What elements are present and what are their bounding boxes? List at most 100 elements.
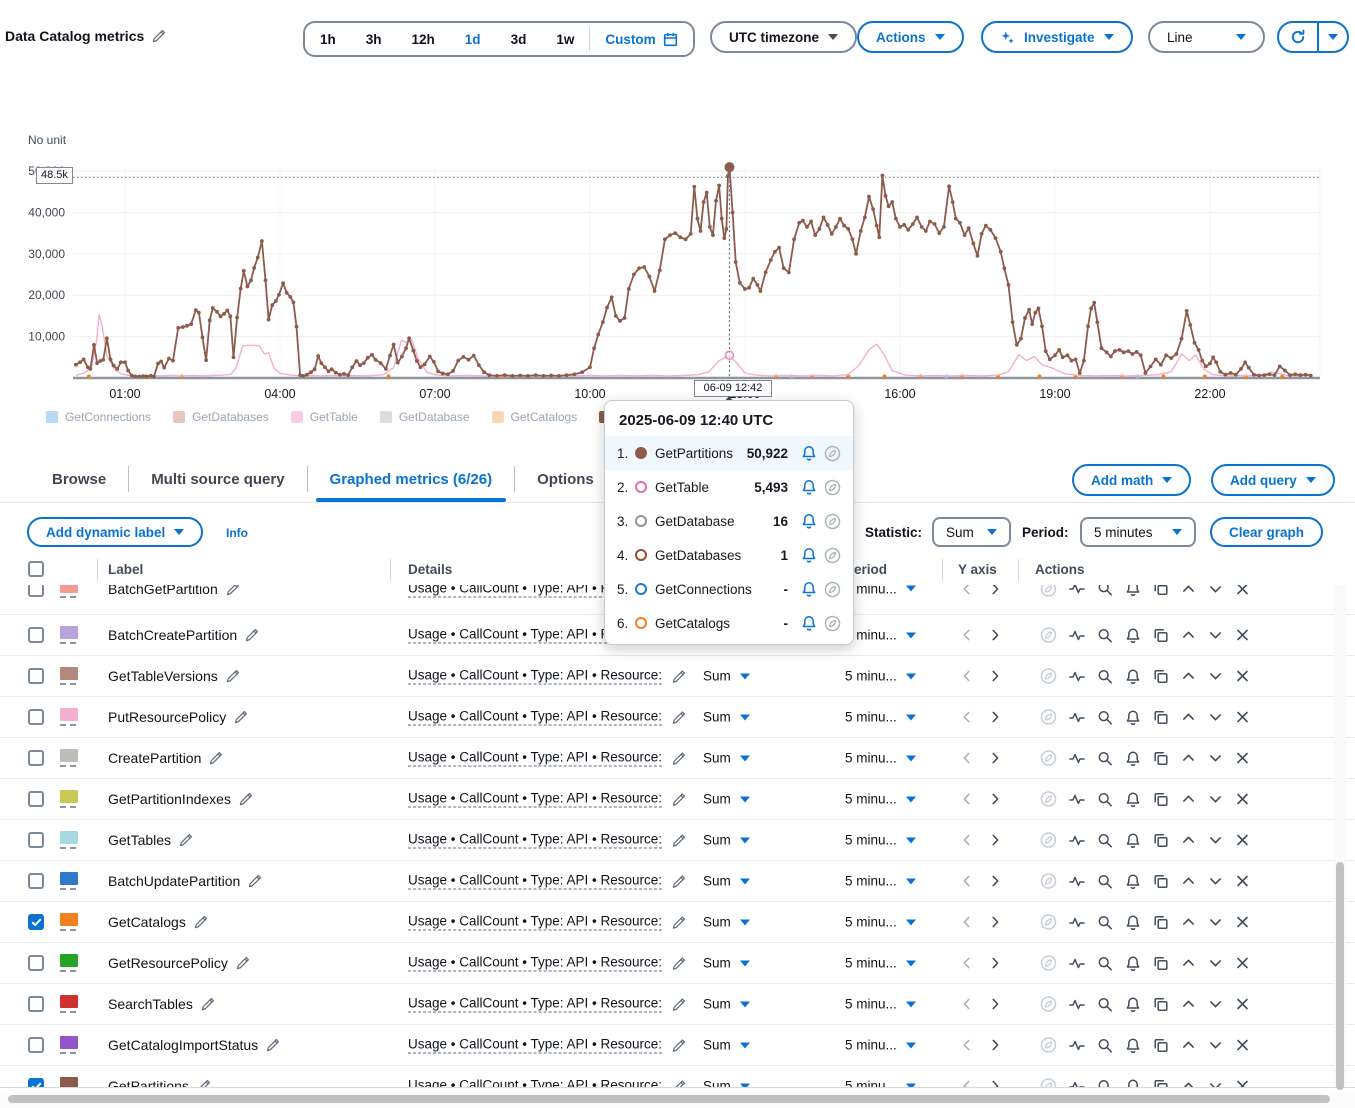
row-period-dropdown[interactable]: 5 minu... [845,1079,916,1088]
remove-icon[interactable] [1235,915,1250,930]
move-down-icon[interactable] [1208,833,1223,848]
tab-options[interactable]: Options [515,456,616,502]
pulse-graph-icon[interactable] [1069,832,1085,848]
row-checkbox[interactable] [28,709,44,725]
zoom-icon[interactable] [1097,709,1113,725]
alarm-icon[interactable] [1125,955,1141,971]
row-period-dropdown[interactable]: 5 minu... [845,833,916,848]
edit-details-icon[interactable] [672,915,686,929]
remove-icon[interactable] [1235,997,1250,1012]
y-axis-right-button[interactable] [988,1038,1002,1052]
zoom-icon[interactable] [1097,791,1113,807]
zoom-icon[interactable] [1097,750,1113,766]
alarm-icon[interactable] [1125,750,1141,766]
metric-color-swatch[interactable] [60,872,78,890]
move-down-icon[interactable] [1208,751,1223,766]
edit-details-icon[interactable] [672,997,686,1011]
edit-details-icon[interactable] [672,833,686,847]
pulse-graph-icon[interactable] [1069,996,1085,1012]
investigate-icon[interactable] [1040,791,1057,808]
alarm-icon[interactable] [1125,709,1141,725]
row-checkbox[interactable] [28,668,44,684]
investigate-icon[interactable] [1040,955,1057,972]
row-checkbox[interactable] [28,914,44,930]
alarm-icon[interactable] [1125,1078,1141,1087]
pulse-graph-icon[interactable] [1069,750,1085,766]
y-axis-left-button[interactable] [960,585,974,596]
duplicate-icon[interactable] [1153,791,1169,807]
y-axis-left-button[interactable] [960,751,974,765]
move-up-icon[interactable] [1181,874,1196,889]
edit-label-icon[interactable] [179,833,193,847]
legend-item-getdatabases[interactable]: GetDatabases [173,410,269,424]
y-axis-left-button[interactable] [960,1038,974,1052]
row-checkbox[interactable] [28,955,44,971]
row-statistic-dropdown[interactable]: Sum [703,874,750,889]
create-alarm-icon[interactable] [801,615,817,631]
zoom-icon[interactable] [1097,914,1113,930]
row-period-dropdown[interactable]: 5 minu... [845,751,916,766]
move-down-icon[interactable] [1208,792,1223,807]
statistic-select[interactable]: Sum [932,517,1011,547]
investigate-icon[interactable] [1040,996,1057,1013]
row-statistic-dropdown[interactable]: Sum [703,792,750,807]
row-statistic-dropdown[interactable]: Sum [703,710,750,725]
remove-icon[interactable] [1235,956,1250,971]
move-up-icon[interactable] [1181,669,1196,684]
y-axis-right-button[interactable] [988,915,1002,929]
move-up-icon[interactable] [1181,997,1196,1012]
edit-label-icon[interactable] [201,997,215,1011]
create-alarm-icon[interactable] [801,513,817,529]
pulse-graph-icon[interactable] [1069,791,1085,807]
duplicate-icon[interactable] [1153,750,1169,766]
info-link[interactable]: Info [226,526,248,540]
investigate-icon[interactable] [1040,750,1057,767]
row-checkbox[interactable] [28,585,44,597]
remove-icon[interactable] [1235,710,1250,725]
move-down-icon[interactable] [1208,997,1223,1012]
metric-color-swatch[interactable] [60,626,78,644]
time-range-3d[interactable]: 3d [496,23,542,55]
duplicate-icon[interactable] [1153,668,1169,684]
investigate-icon[interactable] [824,479,841,496]
y-axis-right-button[interactable] [988,628,1002,642]
period-select[interactable]: 5 minutes [1080,517,1196,547]
zoom-icon[interactable] [1097,1078,1113,1087]
tab-browse[interactable]: Browse [30,456,128,502]
row-period-dropdown[interactable]: 5 minu... [845,1038,916,1053]
metric-color-swatch[interactable] [60,954,78,972]
metric-color-swatch[interactable] [60,708,78,726]
y-axis-right-button[interactable] [988,1079,1002,1087]
duplicate-icon[interactable] [1153,1037,1169,1053]
move-up-icon[interactable] [1181,956,1196,971]
tab-multi-source-query[interactable]: Multi source query [129,456,306,502]
remove-icon[interactable] [1235,751,1250,766]
metrics-chart[interactable]: 50,00040,00030,00020,00010,000No unit01:… [0,120,1355,410]
investigate-icon[interactable] [1040,873,1057,890]
row-checkbox[interactable] [28,832,44,848]
edit-label-icon[interactable] [248,874,262,888]
tab-graphed-metrics-6-26[interactable]: Graphed metrics (6/26) [308,456,515,502]
time-range-1d[interactable]: 1d [450,23,496,55]
y-axis-right-button[interactable] [988,669,1002,683]
y-axis-right-button[interactable] [988,997,1002,1011]
duplicate-icon[interactable] [1153,873,1169,889]
row-period-dropdown[interactable]: 5 minu... [845,710,916,725]
investigate-icon[interactable] [1040,1078,1057,1088]
duplicate-icon[interactable] [1153,832,1169,848]
zoom-icon[interactable] [1097,996,1113,1012]
row-statistic-dropdown[interactable]: Sum [703,751,750,766]
clear-graph-button[interactable]: Clear graph [1210,517,1323,547]
move-up-icon[interactable] [1181,915,1196,930]
row-period-dropdown[interactable]: 5 minu... [845,915,916,930]
alarm-icon[interactable] [1125,832,1141,848]
edit-label-icon[interactable] [245,628,259,642]
add-query-dropdown[interactable]: Add query [1211,464,1335,496]
investigate-icon[interactable] [1040,627,1057,644]
metric-color-swatch[interactable] [60,667,78,685]
investigate-icon[interactable] [1040,585,1057,597]
pulse-graph-icon[interactable] [1069,873,1085,889]
metric-color-swatch[interactable] [60,1077,78,1087]
timezone-dropdown[interactable]: UTC timezone [710,21,857,53]
row-statistic-dropdown[interactable]: Sum [703,669,750,684]
